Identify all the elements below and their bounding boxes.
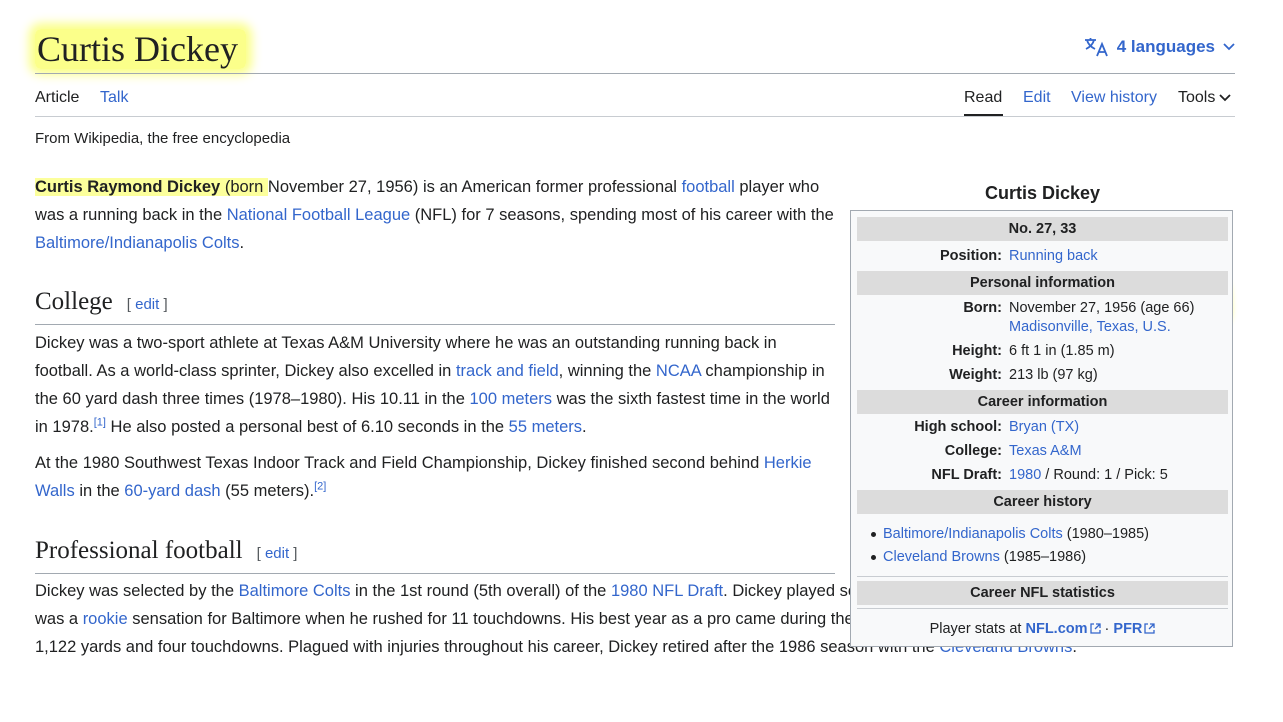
infobox-number: No. 27, 33 xyxy=(857,217,1228,241)
infobox-divider xyxy=(857,608,1228,609)
lead-paragraph: Curtis Raymond Dickey (born November 27,… xyxy=(35,178,834,252)
page-title: Curtis Dickey xyxy=(35,26,246,72)
section-heading-college: College[ edit ] xyxy=(35,285,835,325)
infobox-header-career-history: Career history xyxy=(857,490,1228,514)
section-edit: [ edit ] xyxy=(256,545,298,562)
link-running-back[interactable]: Running back xyxy=(1009,246,1098,266)
link-history-team-1[interactable]: Baltimore/Indianapolis Colts xyxy=(883,526,1063,542)
college-paragraph-2: At the 1980 Southwest Texas Indoor Track… xyxy=(35,454,812,500)
link-baltimore-colts[interactable]: Baltimore Colts xyxy=(239,582,351,600)
tab-view-history[interactable]: View history xyxy=(1071,88,1157,108)
infobox-header-stats: Career NFL statistics xyxy=(857,581,1228,605)
link-madisonville[interactable]: Madisonville, Texas, U.S. xyxy=(1009,317,1171,337)
chevron-down-icon xyxy=(1219,94,1231,102)
ref-1[interactable]: [1] xyxy=(94,417,106,429)
link-draft-year[interactable]: 1980 xyxy=(1009,467,1041,483)
tab-edit[interactable]: Edit xyxy=(1023,88,1051,108)
link-bryan-tx[interactable]: Bryan (TX) xyxy=(1009,417,1079,437)
edit-college-link[interactable]: edit xyxy=(135,296,159,313)
subject-name: Curtis Raymond Dickey xyxy=(35,178,221,196)
chevron-down-icon xyxy=(1223,43,1235,51)
translate-icon xyxy=(1084,38,1108,57)
languages-button[interactable]: 4 languages xyxy=(1083,36,1235,58)
link-60-yard-dash[interactable]: 60-yard dash xyxy=(124,482,220,500)
link-55-meters[interactable]: 55 meters xyxy=(509,418,582,436)
career-history-list: Baltimore/Indianapolis Colts (1980–1985)… xyxy=(871,523,1149,569)
tab-article[interactable]: Article xyxy=(35,88,79,108)
list-item: Cleveland Browns (1985–1986) xyxy=(871,546,1149,569)
link-football[interactable]: football xyxy=(682,178,735,196)
link-colts[interactable]: Baltimore/Indianapolis Colts xyxy=(35,234,240,252)
list-item: Baltimore/Indianapolis Colts (1980–1985) xyxy=(871,523,1149,546)
link-history-team-2[interactable]: Cleveland Browns xyxy=(883,549,1000,565)
link-nfl[interactable]: National Football League xyxy=(227,206,410,224)
college-paragraph-1: Dickey was a two-sport athlete at Texas … xyxy=(35,334,830,436)
ref-2[interactable]: [2] xyxy=(314,481,326,493)
tab-tools[interactable]: Tools xyxy=(1178,88,1231,108)
section-edit: [ edit ] xyxy=(126,296,168,313)
external-link-icon xyxy=(1089,623,1101,634)
link-100-meters[interactable]: 100 meters xyxy=(469,390,552,408)
infobox-divider xyxy=(857,576,1228,577)
site-tagline: From Wikipedia, the free encyclopedia xyxy=(35,130,291,147)
link-ncaa[interactable]: NCAA xyxy=(656,362,701,380)
link-1980-nfl-draft[interactable]: 1980 NFL Draft xyxy=(611,582,723,600)
tab-tools-label: Tools xyxy=(1178,89,1216,106)
link-track-and-field[interactable]: track and field xyxy=(456,362,559,380)
infobox-caption: Curtis Dickey xyxy=(984,183,1101,203)
link-nfl-com[interactable]: NFL.com xyxy=(1025,621,1101,637)
title-divider xyxy=(35,73,1235,74)
infobox-footer: Player stats at NFL.com · PFR xyxy=(851,621,1234,637)
tabs-divider xyxy=(35,116,1235,117)
link-texas-am[interactable]: Texas A&M xyxy=(1009,441,1082,461)
edit-pro-link[interactable]: edit xyxy=(265,545,289,562)
link-rookie[interactable]: rookie xyxy=(83,610,128,628)
infobox: No. 27, 33 Position: Running back Person… xyxy=(850,210,1233,647)
infobox-header-career-info: Career information xyxy=(857,390,1228,414)
languages-label: 4 languages xyxy=(1116,37,1215,56)
infobox-header-personal: Personal information xyxy=(857,271,1228,295)
external-link-icon xyxy=(1144,623,1156,634)
tab-talk[interactable]: Talk xyxy=(100,88,128,108)
section-heading-professional-football: Professional football[ edit ] xyxy=(35,534,835,574)
tab-read[interactable]: Read xyxy=(964,88,1002,108)
link-pfr[interactable]: PFR xyxy=(1113,621,1156,637)
